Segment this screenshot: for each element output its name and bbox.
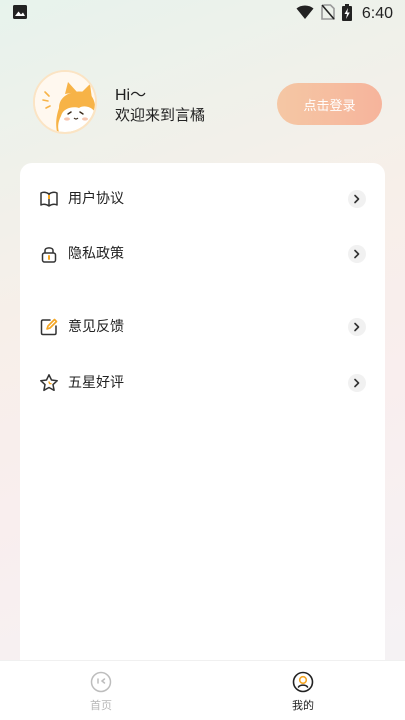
welcome-text: 欢迎来到言橘	[115, 106, 206, 124]
home-icon	[90, 671, 112, 693]
tab-home[interactable]: 首页	[0, 661, 202, 720]
menu-item-user-agreement[interactable]: 用户协议	[20, 175, 385, 223]
menu-item-five-star-rating[interactable]: 五星好评	[20, 359, 385, 407]
menu-item-feedback[interactable]: 意见反馈	[20, 303, 385, 351]
edit-icon	[39, 317, 59, 337]
image-icon	[12, 4, 28, 24]
login-button[interactable]: 点击登录	[277, 83, 382, 125]
menu-item-label: 五星好评	[68, 375, 124, 391]
chevron-right-icon	[348, 245, 366, 263]
lock-icon	[39, 244, 59, 264]
profile-header: Hi〜 欢迎来到言橘 点击登录	[33, 70, 383, 138]
cat-avatar[interactable]	[33, 70, 97, 134]
status-right: 6:40	[296, 3, 393, 25]
menu-item-privacy-policy[interactable]: 隐私政策	[20, 230, 385, 278]
book-icon	[39, 189, 59, 209]
wifi-icon	[296, 4, 314, 24]
bottom-tab-bar: 首页 我的	[0, 660, 405, 720]
greeting-text: Hi〜	[115, 87, 147, 104]
tab-profile[interactable]: 我的	[202, 661, 404, 720]
menu-item-label: 隐私政策	[68, 246, 124, 262]
chevron-right-icon	[348, 374, 366, 392]
chevron-right-icon	[348, 190, 366, 208]
no-sim-icon	[321, 4, 335, 24]
chevron-right-icon	[348, 318, 366, 336]
menu-item-label: 意见反馈	[68, 319, 124, 335]
profile-icon	[292, 671, 314, 693]
tab-home-label: 首页	[90, 699, 112, 712]
tab-profile-label: 我的	[292, 699, 314, 712]
star-icon	[39, 373, 59, 393]
status-bar: 6:40	[0, 0, 405, 28]
battery-charging-icon	[341, 3, 352, 25]
settings-card: 用户协议 隐私政策 意见反馈 五星好评	[20, 163, 385, 673]
status-left	[12, 4, 28, 24]
menu-item-label: 用户协议	[68, 191, 124, 207]
clock-time: 6:40	[361, 5, 393, 22]
